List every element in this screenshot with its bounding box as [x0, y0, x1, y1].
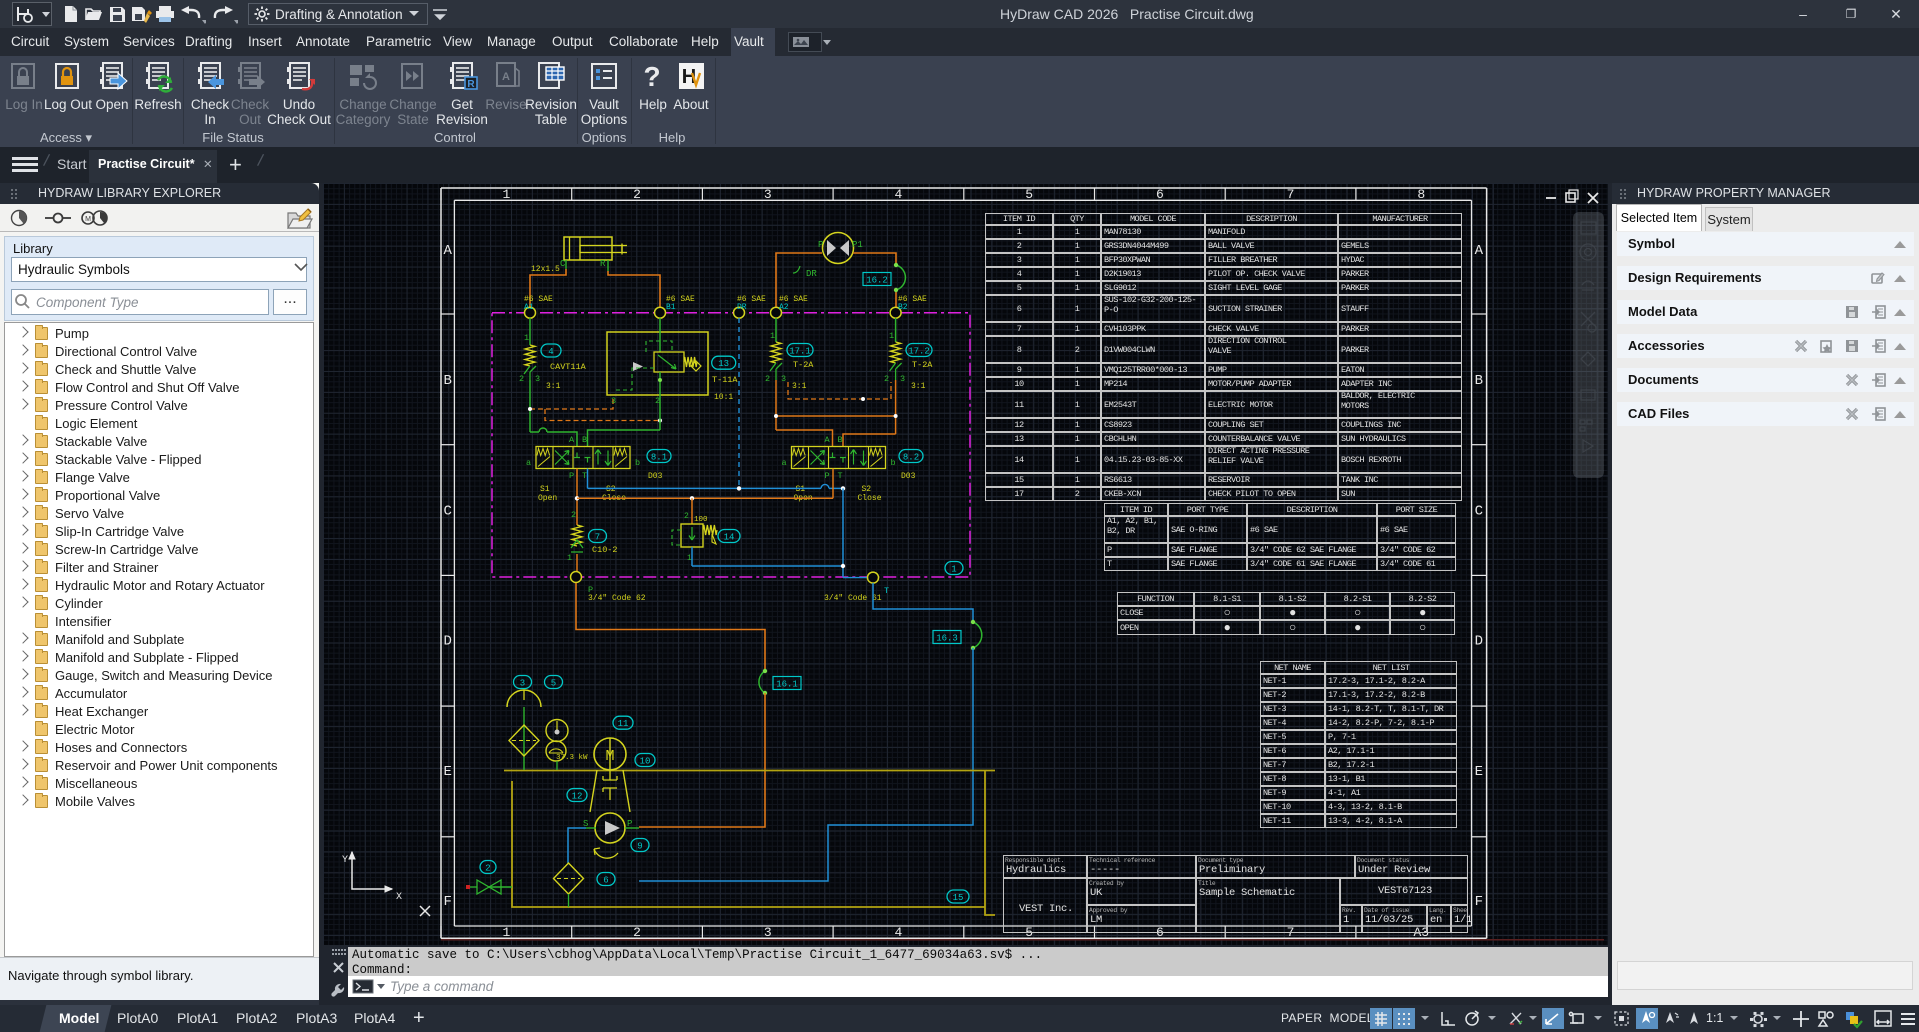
svg-text:?: ? [643, 61, 660, 92]
svg-text:A: A [502, 71, 510, 83]
svg-text:R: R [467, 79, 475, 90]
svg-text:M: M [85, 216, 91, 223]
